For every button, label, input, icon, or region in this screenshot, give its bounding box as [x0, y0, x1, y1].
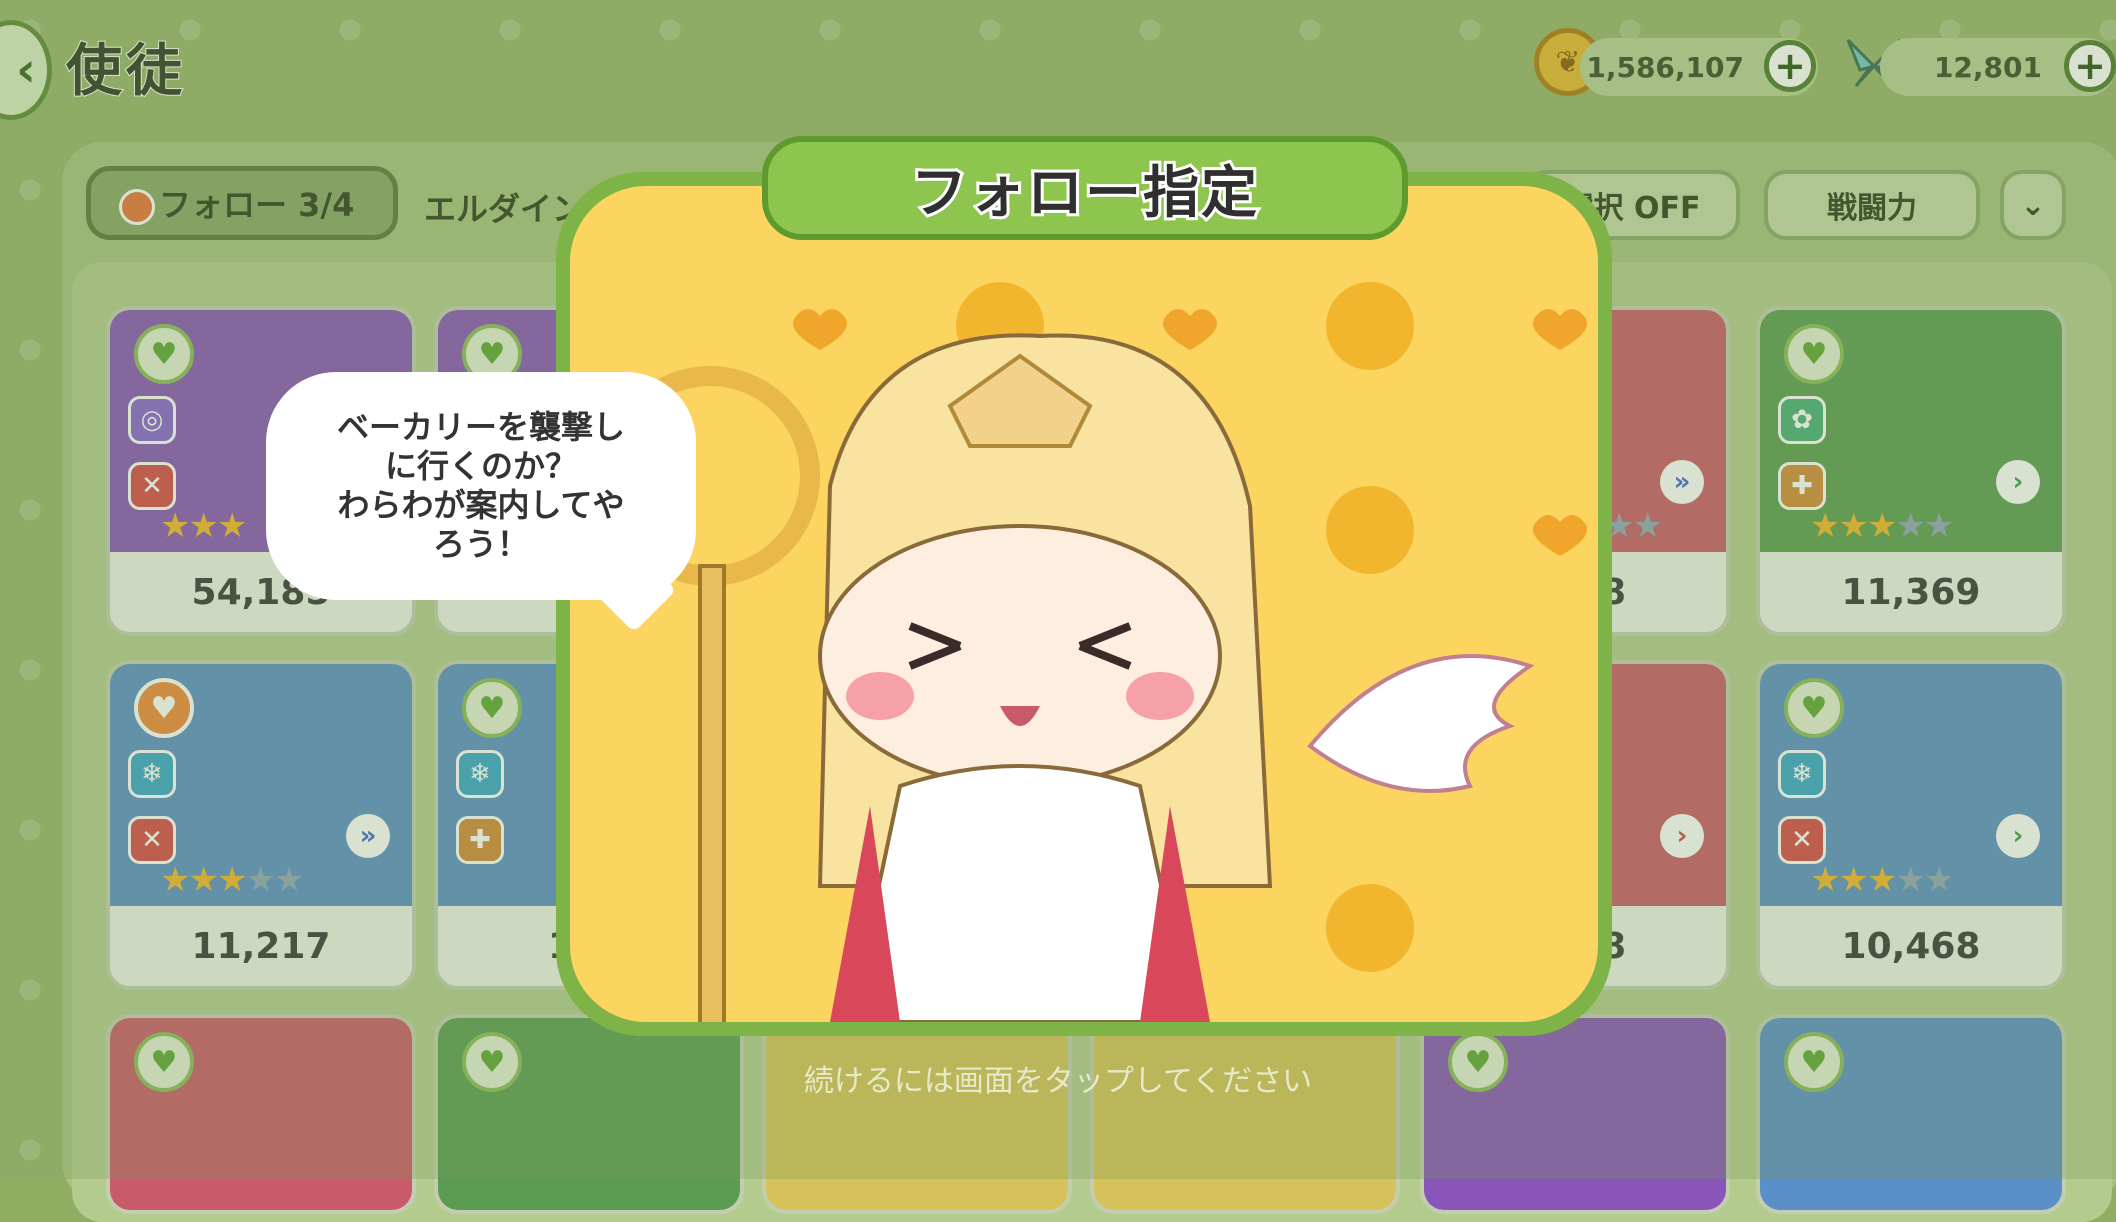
speech-text: ベーカリーを襲撃し に行くのか？ わらわが案内してや ろう！ [336, 407, 625, 564]
popup-title: フォロー指定 [762, 136, 1408, 240]
speech-bubble: ベーカリーを襲撃し に行くのか？ わらわが案内してや ろう！ [266, 372, 696, 600]
tap-to-continue-hint: 続けるには画面をタップしてください [803, 1064, 1313, 1099]
popup-title-text: フォロー指定 [908, 158, 1260, 229]
popup-art-area [570, 186, 1598, 1022]
character-illustration [600, 282, 1587, 1022]
follow-popup[interactable] [556, 172, 1612, 1036]
